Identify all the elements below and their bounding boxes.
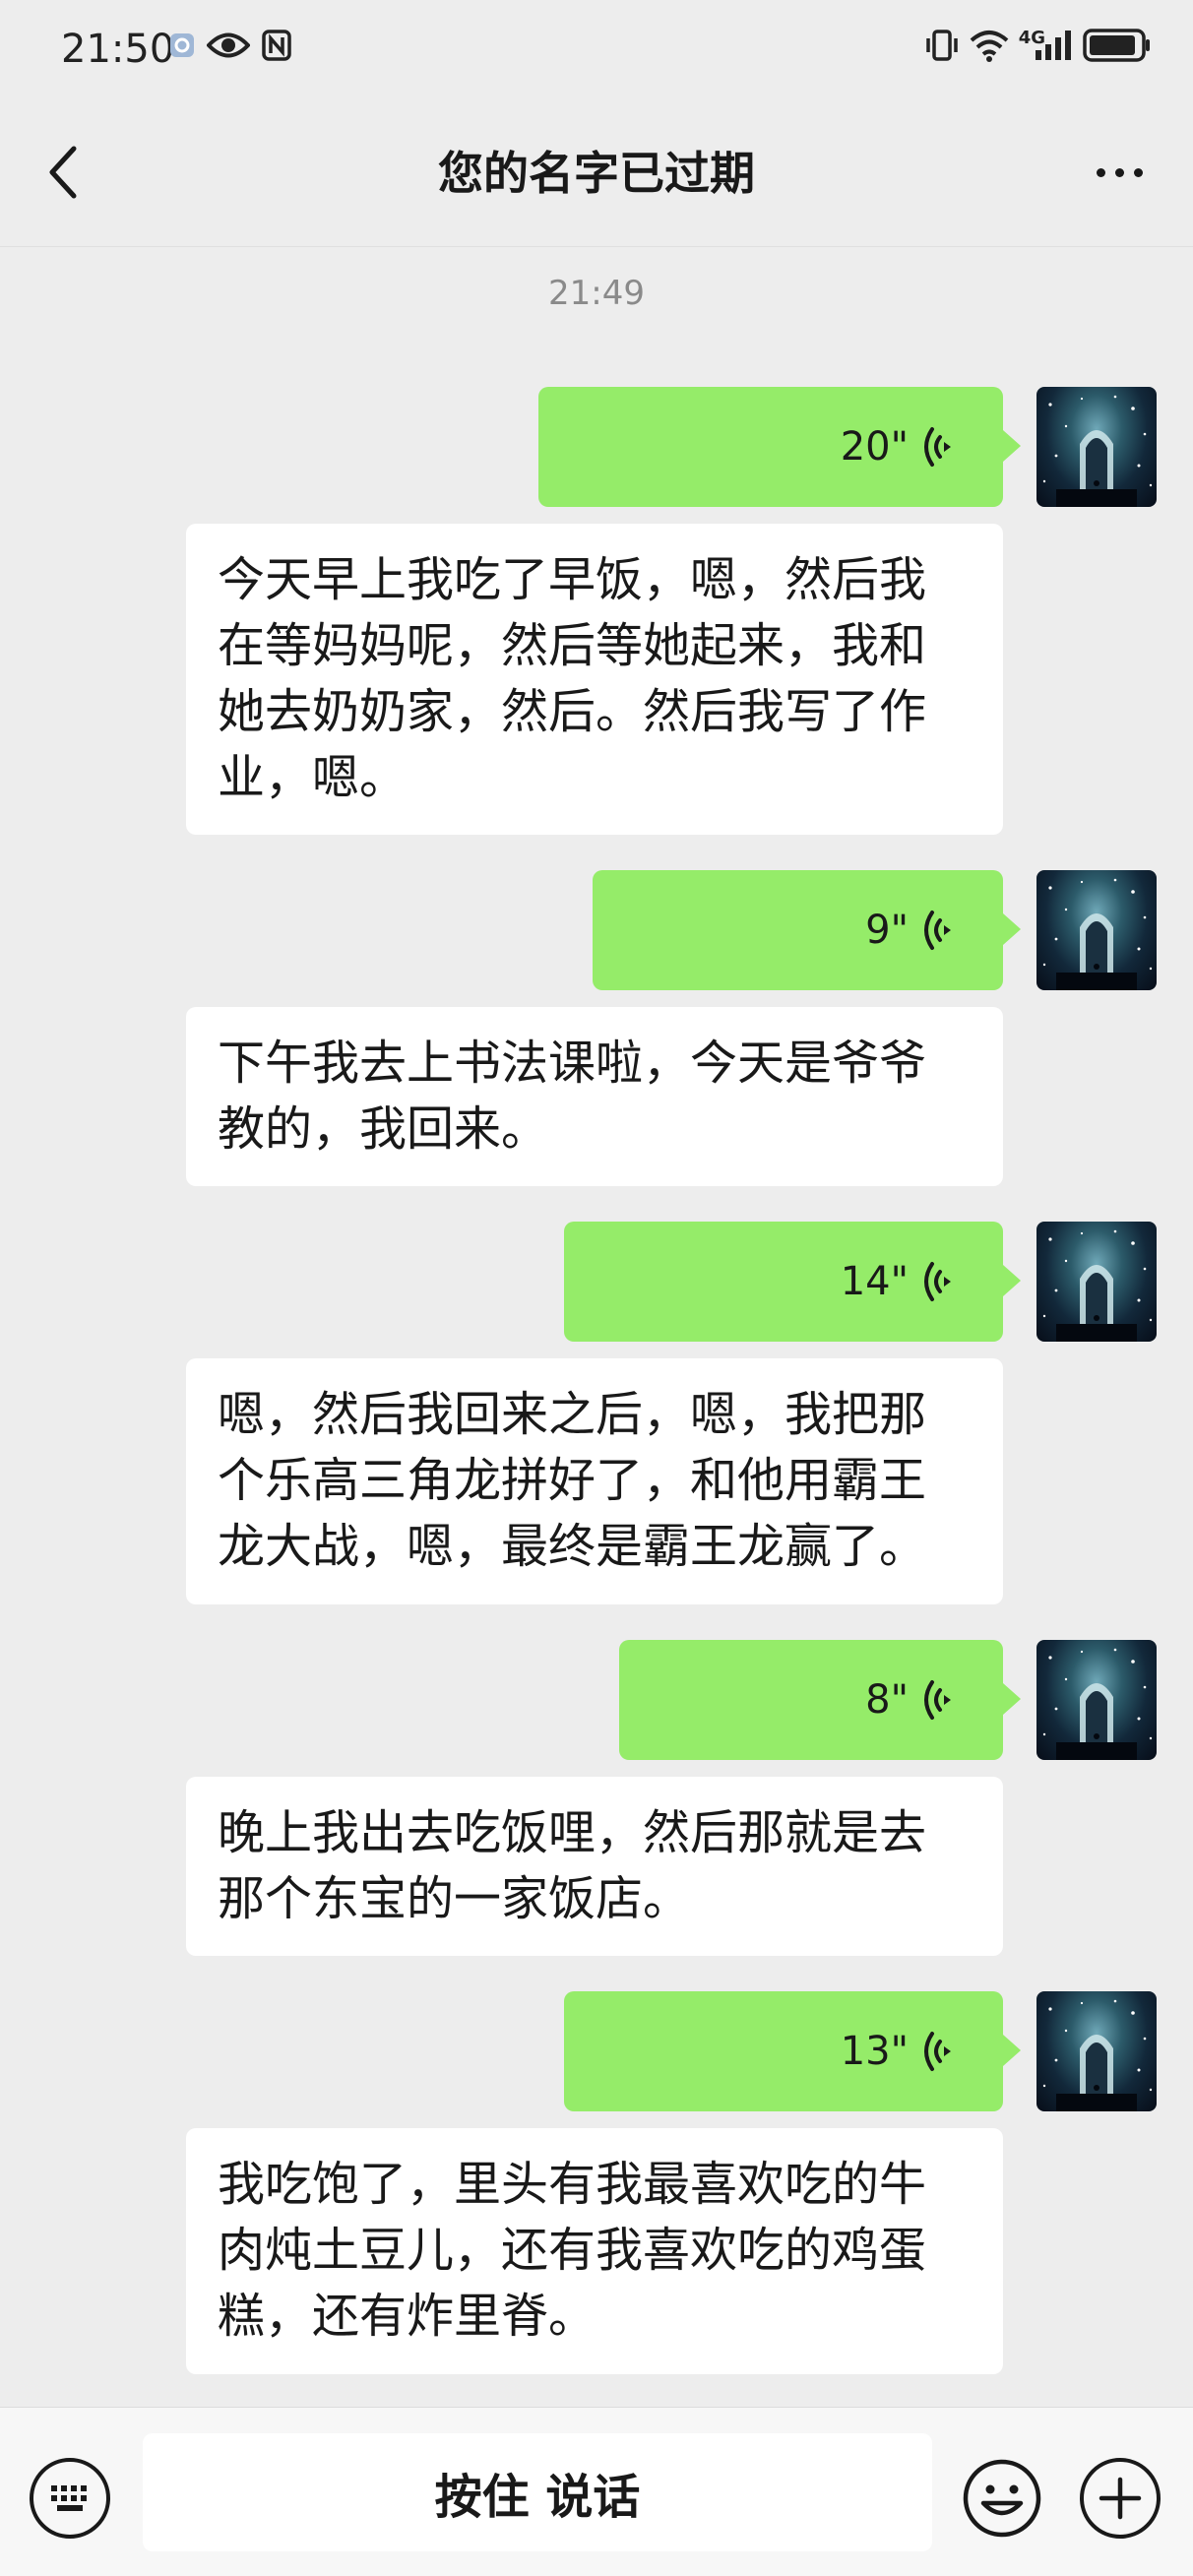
- voice-wave-icon: [924, 1262, 951, 1301]
- avatar[interactable]: [1036, 1991, 1157, 2111]
- emoji-icon: [963, 2459, 1041, 2538]
- voice-wave-icon: [924, 427, 951, 467]
- app-notification-icon: [169, 32, 195, 62]
- voice-transcript: 今天早上我吃了早饭，嗯，然后我在等妈妈呢，然后等她起来，我和她去奶奶家，然后。然…: [186, 524, 1003, 835]
- message-list[interactable]: 21:49 20" 今天早上我吃了早饭，嗯，然后我在等妈妈呢，然后等她起来，我和…: [0, 246, 1193, 2407]
- nfc-icon: [262, 30, 291, 65]
- voice-duration: 14": [840, 1259, 909, 1304]
- chat-header: 您的名字已过期: [0, 98, 1193, 247]
- hold-to-talk-button[interactable]: 按住 说话: [143, 2433, 932, 2551]
- emoji-button[interactable]: [962, 2458, 1042, 2539]
- voice-transcript: 下午我去上书法课啦，今天是爷爷教的，我回来。: [186, 1007, 1003, 1186]
- keyboard-icon: [51, 2485, 87, 2511]
- network-type-label: 4G: [1018, 27, 1045, 48]
- voice-message-bubble[interactable]: 20": [538, 387, 1021, 507]
- more-options-button[interactable]: [1075, 138, 1163, 207]
- voice-duration: 13": [840, 2029, 909, 2074]
- input-bar: 按住 说话: [0, 2407, 1193, 2576]
- vibrate-icon: [924, 29, 960, 66]
- battery-icon: [1083, 28, 1152, 67]
- status-bar: 21:50 4G: [0, 0, 1193, 98]
- voice-transcript: 嗯，然后我回来之后，嗯，我把那个乐高三角龙拼好了，和他用霸王龙大战，嗯，最终是霸…: [186, 1358, 1003, 1604]
- plus-icon: [1099, 2477, 1142, 2520]
- more-functions-button[interactable]: [1080, 2458, 1161, 2539]
- keyboard-toggle-button[interactable]: [30, 2458, 110, 2539]
- voice-message-bubble[interactable]: 9": [593, 870, 1021, 990]
- status-time: 21:50: [61, 27, 175, 72]
- voice-duration: 9": [865, 908, 909, 953]
- wifi-icon: [970, 29, 1009, 66]
- eye-icon: [206, 31, 251, 64]
- message-timestamp: 21:49: [548, 274, 645, 313]
- voice-transcript: 晚上我出去吃饭哩，然后那就是去那个东宝的一家饭店。: [186, 1777, 1003, 1956]
- voice-message-bubble[interactable]: 13": [564, 1991, 1021, 2111]
- voice-message-bubble[interactable]: 14": [564, 1222, 1021, 1342]
- voice-duration: 20": [840, 424, 909, 470]
- avatar[interactable]: [1036, 387, 1157, 507]
- voice-wave-icon: [924, 1680, 951, 1720]
- avatar[interactable]: [1036, 870, 1157, 990]
- avatar[interactable]: [1036, 1640, 1157, 1760]
- voice-duration: 8": [865, 1677, 909, 1723]
- voice-wave-icon: [924, 911, 951, 950]
- voice-wave-icon: [924, 2032, 951, 2071]
- more-dots-icon: [1096, 167, 1105, 177]
- voice-message-bubble[interactable]: 8": [619, 1640, 1021, 1760]
- avatar[interactable]: [1036, 1222, 1157, 1342]
- chat-title: 您的名字已过期: [438, 147, 755, 200]
- voice-transcript: 我吃饱了，里头有我最喜欢吃的牛肉炖土豆儿，还有我喜欢吃的鸡蛋糕，还有炸里脊。: [186, 2128, 1003, 2374]
